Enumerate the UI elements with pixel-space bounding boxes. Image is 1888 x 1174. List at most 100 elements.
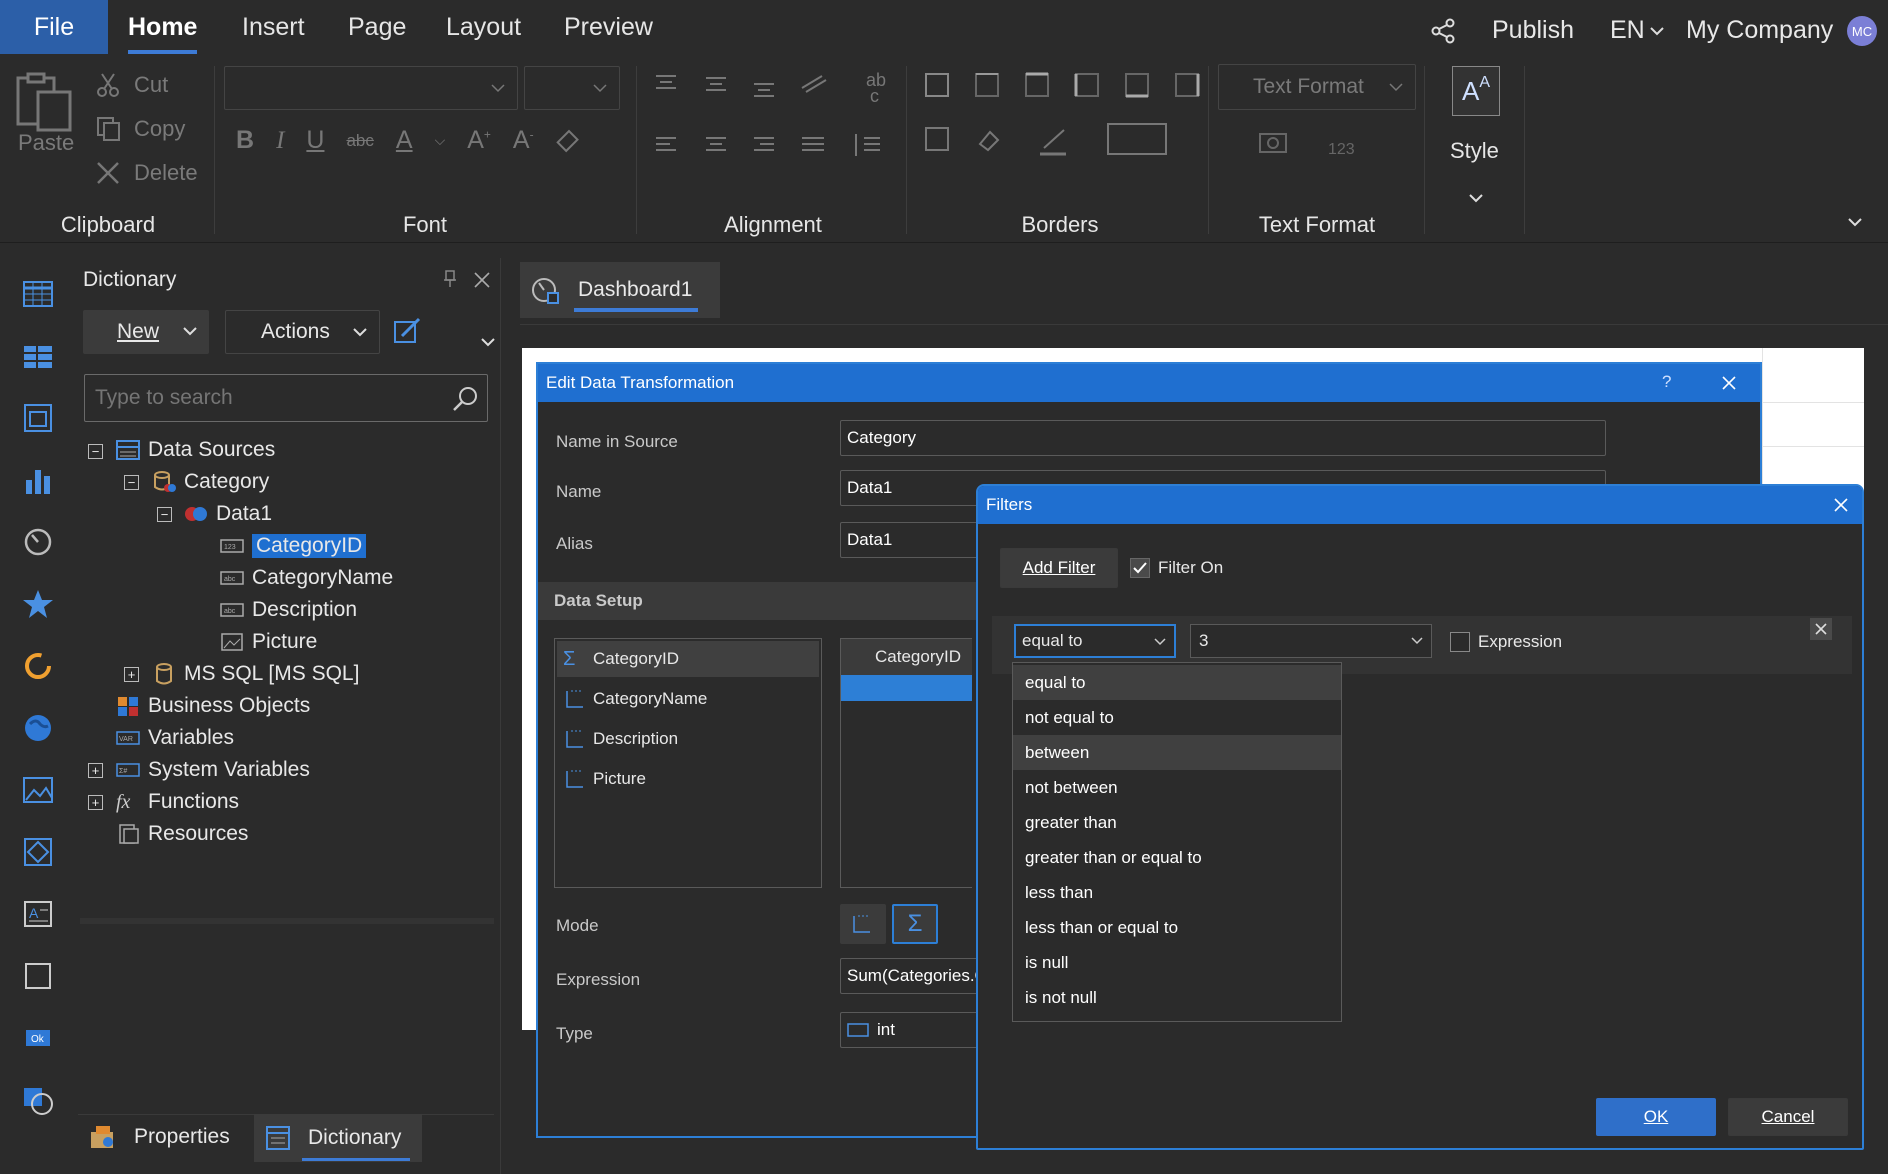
tab-preview[interactable]: Preview [564, 0, 653, 54]
tab-home[interactable]: Home [128, 0, 198, 54]
cut-button[interactable]: Cut [96, 72, 168, 98]
tree-expander[interactable]: − [88, 444, 103, 459]
pivot-table-icon[interactable] [20, 338, 56, 374]
dropdown-option[interactable]: is not null [1013, 980, 1341, 1015]
panel-icon[interactable] [20, 958, 56, 994]
list-item[interactable]: Picture [557, 761, 819, 797]
tree-item-resources[interactable]: Resources [116, 819, 248, 849]
dropdown-option[interactable]: is null [1013, 945, 1341, 980]
gauge-icon[interactable] [20, 524, 56, 560]
chevron-down-icon[interactable] [481, 338, 495, 347]
publish-button[interactable]: Publish [1492, 16, 1574, 45]
avatar[interactable]: MC [1847, 16, 1877, 46]
tree-expander[interactable]: + [124, 667, 139, 682]
panel-splitter[interactable] [500, 258, 501, 1174]
progress-icon[interactable] [20, 648, 56, 684]
filter-on-checkbox[interactable] [1130, 558, 1150, 578]
search-input[interactable] [95, 383, 435, 413]
style-icon[interactable]: AA [1452, 66, 1500, 116]
tree-item-categoryid[interactable]: 123 CategoryID [220, 531, 367, 561]
close-icon[interactable] [1834, 498, 1848, 512]
actions-button[interactable]: Actions [225, 310, 380, 354]
strikethrough-button[interactable]: abc [346, 131, 373, 151]
remove-filter-button[interactable] [1810, 618, 1832, 640]
filter-value-combo[interactable]: 3 [1190, 624, 1432, 658]
measure-mode-button[interactable]: Σ [892, 904, 938, 944]
name-in-source-field[interactable]: Category [840, 420, 1606, 456]
dropdown-option[interactable]: not equal to [1013, 700, 1341, 735]
tree-item-data-sources[interactable]: Data Sources [116, 435, 275, 465]
tree-expander[interactable]: − [124, 475, 139, 490]
font-size-combo[interactable] [524, 66, 620, 110]
copy-button[interactable]: Copy [96, 116, 185, 142]
grow-font-button[interactable]: A+ [467, 126, 491, 155]
search-icon[interactable] [451, 385, 479, 413]
cards-icon[interactable] [20, 400, 56, 436]
indicator-star-icon[interactable] [20, 586, 56, 622]
panel-scrollbar[interactable] [80, 918, 494, 924]
add-filter-button[interactable]: Add Filter [1000, 548, 1118, 588]
tree-item-description[interactable]: abc Description [220, 595, 357, 625]
delete-button[interactable]: Delete [96, 160, 198, 186]
dropdown-option[interactable]: less than [1013, 875, 1341, 910]
expression-checkbox[interactable] [1450, 632, 1470, 652]
collapse-ribbon-icon[interactable] [1848, 218, 1862, 227]
font-color-button[interactable]: A [396, 126, 413, 155]
list-item[interactable]: Description [557, 721, 819, 757]
grid-selected-row[interactable] [841, 675, 972, 701]
tree-item-variables[interactable]: VAR Variables [116, 723, 234, 753]
ok-button[interactable]: OK [1596, 1098, 1716, 1136]
chart-icon[interactable] [20, 462, 56, 498]
format-buttons[interactable]: 123 [1258, 130, 1378, 162]
shapes-icon[interactable] [20, 1082, 56, 1118]
italic-button[interactable]: I [276, 127, 284, 155]
condition-select[interactable]: equal to [1014, 624, 1176, 658]
language-selector[interactable]: EN [1610, 16, 1665, 45]
pin-icon[interactable] [442, 270, 458, 288]
shape-icon[interactable] [20, 834, 56, 870]
dropdown-option[interactable]: less than or equal to [1013, 910, 1341, 945]
dropdown-option[interactable]: greater than or equal to [1013, 840, 1341, 875]
tree-item-picture[interactable]: Picture [220, 627, 317, 657]
list-item[interactable]: CategoryName [557, 681, 819, 717]
shrink-font-button[interactable]: A- [513, 126, 534, 155]
tree-item-business-objects[interactable]: Business Objects [116, 691, 310, 721]
grid-column-header[interactable]: CategoryID [841, 639, 972, 675]
eraser-icon[interactable] [555, 128, 582, 154]
tree-item-system-variables[interactable]: Σ# System Variables [116, 755, 310, 785]
search-box[interactable] [84, 374, 488, 422]
dimension-mode-button[interactable] [840, 904, 886, 944]
tree-expander[interactable]: − [157, 507, 172, 522]
tree-item-functions[interactable]: fx Functions [116, 787, 239, 817]
close-icon[interactable] [1722, 376, 1736, 390]
file-menu-tab[interactable]: File [0, 0, 108, 54]
paste-button[interactable]: Paste [18, 130, 74, 156]
help-button[interactable]: ? [1662, 372, 1671, 392]
tree-item-ms-sql[interactable]: MS SQL [MS SQL] [152, 659, 359, 689]
list-item[interactable]: Σ CategoryID [557, 641, 819, 677]
font-name-combo[interactable] [224, 66, 518, 110]
tree-item-categoryname[interactable]: abc CategoryName [220, 563, 393, 593]
share-icon[interactable] [1430, 18, 1456, 44]
filter-on-toggle[interactable]: Filter On [1130, 558, 1223, 578]
map-globe-icon[interactable] [20, 710, 56, 746]
cancel-button[interactable]: Cancel [1728, 1098, 1848, 1136]
tree-expander[interactable]: + [88, 795, 103, 810]
dropdown-option[interactable]: between [1013, 735, 1341, 770]
tree-item-category[interactable]: Category [152, 467, 269, 497]
text-icon[interactable]: A [20, 896, 56, 932]
bold-button[interactable]: B [236, 126, 254, 155]
image-icon[interactable] [20, 772, 56, 808]
tab-properties[interactable]: Properties [88, 1122, 230, 1152]
company-name[interactable]: My Company [1686, 16, 1833, 45]
tree-item-data1[interactable]: Data1 [184, 499, 272, 529]
edit-icon[interactable] [392, 316, 422, 346]
underline-button[interactable]: U [306, 126, 324, 155]
table-icon[interactable] [20, 276, 56, 312]
dropdown-option[interactable]: equal to [1013, 665, 1341, 700]
tab-dictionary[interactable]: Dictionary [254, 1114, 422, 1162]
document-tab[interactable]: Dashboard1 [520, 262, 720, 318]
expression-toggle[interactable]: Expression [1450, 632, 1562, 652]
dropdown-option[interactable]: not between [1013, 770, 1341, 805]
tab-insert[interactable]: Insert [242, 0, 305, 54]
